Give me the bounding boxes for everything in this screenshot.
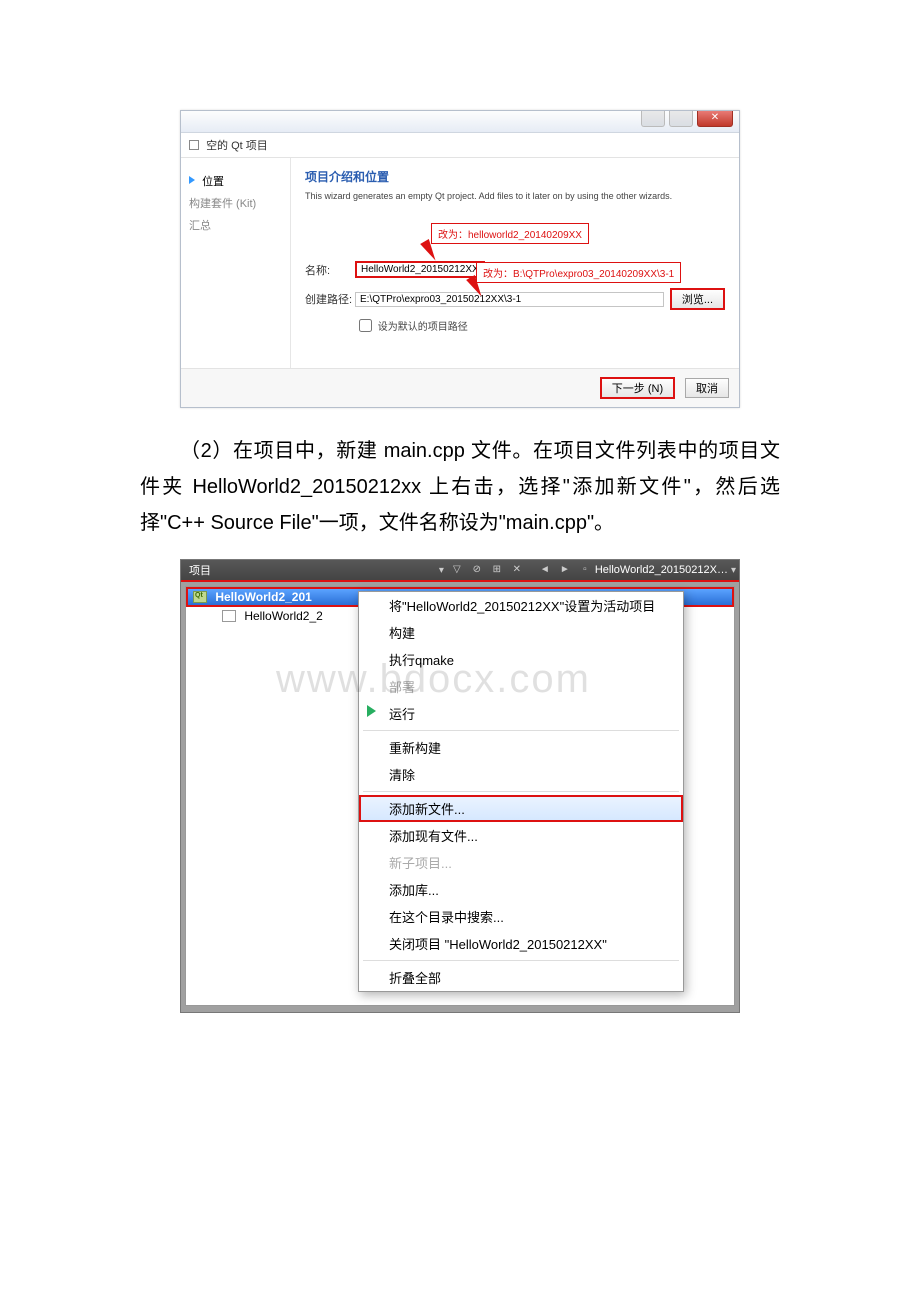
annotation-2: 改为：B:\QTPro\expro03_20140209XX\3-1: [476, 262, 681, 283]
menu-set-active[interactable]: 将"HelloWorld2_20150212XX"设置为活动项目: [359, 592, 683, 619]
arrow-icon: [189, 176, 195, 184]
play-icon: [367, 705, 376, 717]
menu-separator: [363, 730, 679, 731]
menu-qmake[interactable]: 执行qmake: [359, 646, 683, 673]
menu-find-in-dir[interactable]: 在这个目录中搜索...: [359, 903, 683, 930]
titlebar: [181, 111, 739, 133]
next-button[interactable]: 下一步 (N): [600, 377, 675, 399]
ide-window: 项目 ▾ ▽ ⊘ ⊞ ✕ ◄ ► ▫ HelloWorld2_20150212X…: [180, 559, 740, 1013]
wizard-footer: 下一步 (N) 取消: [181, 368, 739, 407]
menu-rebuild[interactable]: 重新构建: [359, 734, 683, 761]
dropdown-icon[interactable]: ▾: [439, 565, 444, 576]
file-icon: ▫: [578, 563, 592, 577]
wizard-heading: 项目介绍和位置: [305, 168, 725, 185]
context-menu: 将"HelloWorld2_20150212XX"设置为活动项目 构建 执行qm…: [358, 591, 684, 992]
window-title-text: 空的 Qt 项目: [206, 140, 268, 152]
default-path-label: 设为默认的项目路径: [378, 322, 468, 333]
maximize-button[interactable]: [669, 111, 693, 127]
nav-fwd-icon[interactable]: ►: [558, 563, 572, 577]
filter-icon[interactable]: ▽: [450, 563, 464, 577]
step-sidebar: 位置 构建套件 (Kit) 汇总: [181, 158, 291, 368]
menu-add-new-file[interactable]: 添加新文件...: [359, 795, 683, 822]
open-file-label[interactable]: HelloWorld2_20150212X…: [595, 564, 728, 576]
pro-file-icon: [222, 610, 236, 622]
path-label: 创建路径:: [305, 291, 355, 307]
menu-build[interactable]: 构建: [359, 619, 683, 646]
menu-add-existing[interactable]: 添加现有文件...: [359, 822, 683, 849]
step-summary: 汇总: [189, 214, 282, 236]
ide-toolbar: 项目 ▾ ▽ ⊘ ⊞ ✕ ◄ ► ▫ HelloWorld2_20150212X…: [181, 560, 739, 582]
step-location: 位置: [189, 170, 282, 192]
menu-add-library[interactable]: 添加库...: [359, 876, 683, 903]
menu-close-project[interactable]: 关闭项目 "HelloWorld2_20150212XX": [359, 930, 683, 957]
menu-clean[interactable]: 清除: [359, 761, 683, 788]
cancel-button[interactable]: 取消: [685, 378, 729, 398]
close-button[interactable]: [697, 111, 733, 127]
project-icon: [193, 591, 207, 603]
split-icon[interactable]: ⊞: [490, 563, 504, 577]
menu-separator: [363, 791, 679, 792]
app-icon: [189, 140, 199, 150]
browse-button[interactable]: 浏览...: [670, 288, 725, 310]
projects-pane-label: 项目: [181, 562, 436, 578]
menu-deploy[interactable]: 部署: [359, 673, 683, 700]
project-tree: www.bdocx.com HelloWorld2_201 HelloWorld…: [185, 586, 735, 1006]
wizard-window: 空的 Qt 项目 位置 构建套件 (Kit) 汇总 项目介绍和位置 This w…: [180, 110, 740, 408]
nav-back-icon[interactable]: ◄: [538, 563, 552, 577]
menu-collapse-all[interactable]: 折叠全部: [359, 964, 683, 991]
default-path-row: 设为默认的项目路径: [355, 316, 725, 335]
path-input[interactable]: [355, 292, 664, 307]
instruction-paragraph: （2）在项目中，新建 main.cpp 文件。在项目文件列表中的项目文件夹 He…: [140, 433, 780, 541]
name-input[interactable]: [355, 261, 485, 278]
wizard-desc: This wizard generates an empty Qt projec…: [305, 191, 725, 201]
name-label: 名称:: [305, 262, 355, 278]
step-kits: 构建套件 (Kit): [189, 192, 282, 214]
path-row: 创建路径: 浏览...: [305, 288, 725, 310]
menu-separator: [363, 960, 679, 961]
annotation-1: 改为：helloworld2_20140209XX: [431, 223, 589, 244]
menu-new-subproject[interactable]: 新子项目...: [359, 849, 683, 876]
menu-run[interactable]: 运行: [359, 700, 683, 727]
default-path-checkbox[interactable]: [359, 319, 372, 332]
file-dropdown-icon[interactable]: ▾: [731, 565, 736, 576]
close-pane-icon[interactable]: ✕: [510, 563, 524, 577]
window-title: 空的 Qt 项目: [181, 133, 739, 158]
minimize-button[interactable]: [641, 111, 665, 127]
link-icon[interactable]: ⊘: [470, 563, 484, 577]
wizard-main: 项目介绍和位置 This wizard generates an empty Q…: [291, 158, 739, 368]
